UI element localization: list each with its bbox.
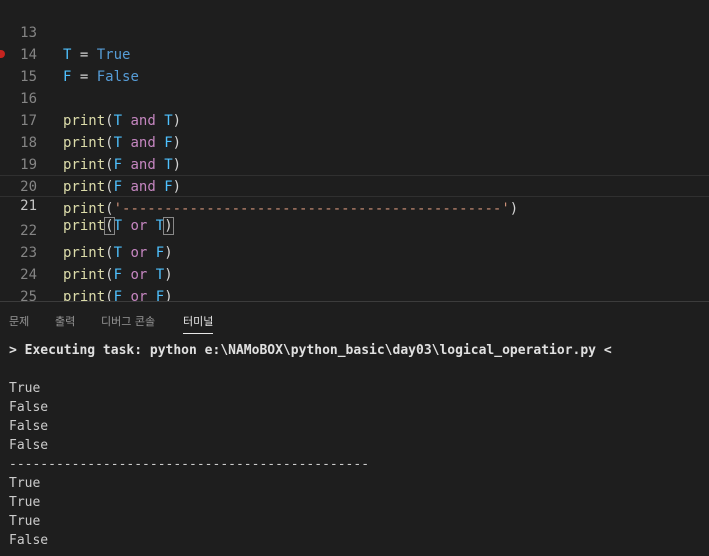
code-line[interactable]: 15 <box>0 44 709 85</box>
terminal-output-line: False <box>9 438 49 453</box>
code-line[interactable]: 19 print(F and F) <box>0 132 709 195</box>
code-line[interactable]: 17 print(T and F) <box>0 88 709 151</box>
terminal[interactable]: > Executing task: python e:\NAMoBOX\pyth… <box>9 341 704 550</box>
code-line[interactable]: 24 print(F or F) <box>0 242 709 301</box>
code-line-current[interactable]: 21 print(T or T) <box>0 175 709 235</box>
bottom-panel: 문제 출력 디버그 콘솔 터미널 > Executing task: pytho… <box>0 302 709 556</box>
code-line[interactable]: 25 <box>0 264 709 301</box>
tab-terminal[interactable]: 터미널 <box>183 313 214 334</box>
terminal-output-line: ----------------------------------------… <box>9 457 370 472</box>
terminal-output-line: True <box>9 514 41 529</box>
code-line[interactable]: 20 print('------------------------------… <box>0 154 709 217</box>
code-line[interactable]: 26 <box>0 286 709 301</box>
terminal-output-line: True <box>9 476 41 491</box>
code-editor[interactable]: 13 T = True 14 F = False 15 16 print(T a… <box>0 0 709 301</box>
terminal-output-line: False <box>9 419 49 434</box>
code-line[interactable]: 14 F = False <box>0 22 709 85</box>
terminal-output-line: True <box>9 381 41 396</box>
terminal-output-line: False <box>9 400 49 415</box>
code-line[interactable]: 18 print(F and T) <box>0 110 709 173</box>
code-line[interactable]: 13 T = True <box>0 0 709 63</box>
terminal-output-line: False <box>9 533 49 548</box>
tab-debug-console[interactable]: 디버그 콘솔 <box>101 313 155 329</box>
panel-tabs: 문제 출력 디버그 콘솔 터미널 <box>0 302 709 336</box>
terminal-output-line: True <box>9 495 41 510</box>
tab-problems[interactable]: 문제 <box>9 313 29 329</box>
code-line[interactable]: 16 print(T and T) <box>0 66 709 129</box>
tab-output[interactable]: 출력 <box>55 313 75 329</box>
terminal-task-line: > Executing task: python e:\NAMoBOX\pyth… <box>9 343 612 358</box>
code-line[interactable]: 22 print(T or F) <box>0 198 709 261</box>
code-line[interactable]: 23 print(F or T) <box>0 220 709 283</box>
